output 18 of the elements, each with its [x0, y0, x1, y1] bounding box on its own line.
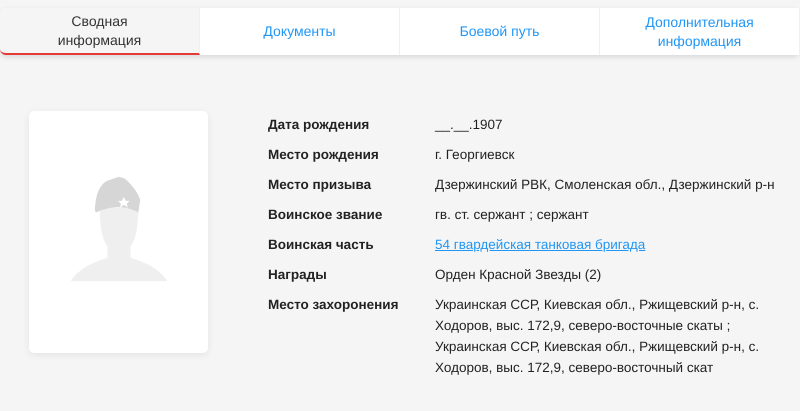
- field-value: гв. ст. сержант ; сержант: [435, 206, 590, 224]
- field-label: Место рождения: [268, 146, 380, 164]
- tab[interactable]: Сводная информация: [0, 8, 200, 55]
- field-label: Воинское звание: [268, 206, 384, 224]
- field-value: Орден Красной Звезды (2): [435, 266, 602, 284]
- tab[interactable]: Дополнительная информация: [600, 8, 800, 55]
- field-label: Награды: [268, 266, 328, 284]
- field-value: __.__.1907: [435, 116, 504, 134]
- field-label: Воинская часть: [268, 236, 375, 254]
- field-label: Место призыва: [268, 176, 372, 194]
- field-value: г. Георгиевск: [435, 146, 516, 164]
- tab[interactable]: Документы: [200, 8, 400, 55]
- tab[interactable]: Боевой путь: [400, 8, 600, 55]
- unit-link[interactable]: 54 гвардейская танковая бригада: [435, 234, 780, 255]
- field-value: Дзержинский РВК, Смоленская обл., Дзержинский р-н: [435, 176, 776, 194]
- field-value: Украинская ССР, Киевская обл., Ржищевский р-н, с. Ходоров, выс. 172,9, северо-восточные скаты ; Украинская ССР, Киевская обл., Ржищевский р-н, с. Ходоров, выс. 172,9, северо-восточный скат: [435, 296, 760, 377]
- field-label: Дата рождения: [268, 116, 370, 134]
- field-label: Место захоронения: [268, 296, 400, 314]
